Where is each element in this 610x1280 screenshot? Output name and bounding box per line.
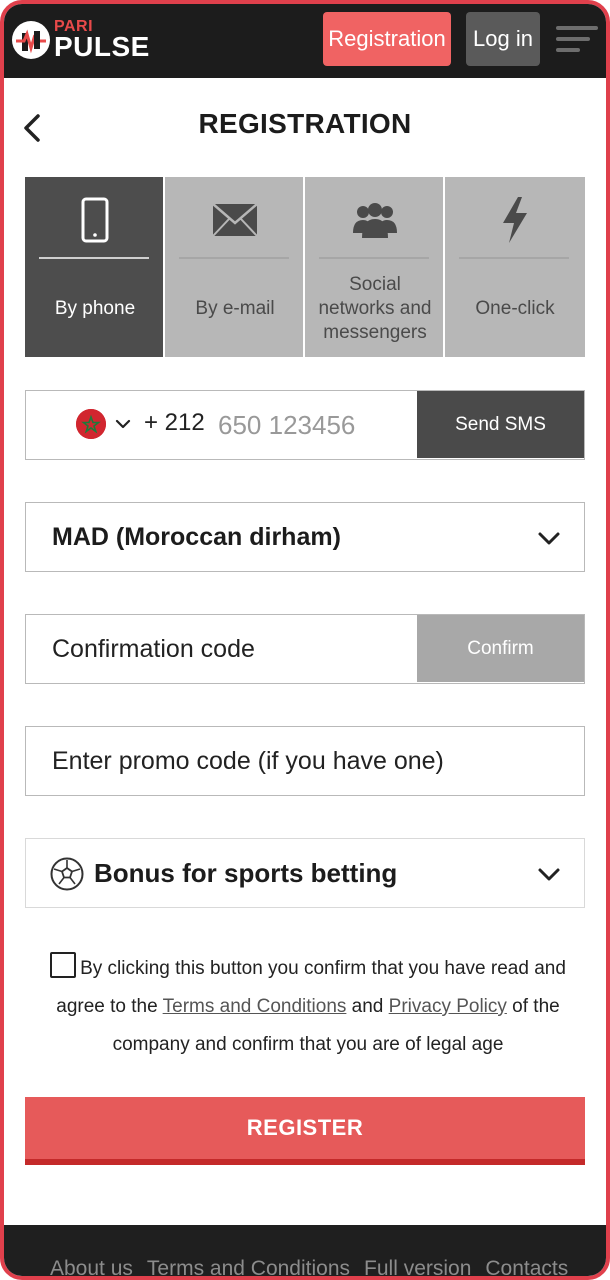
terms-link[interactable]: Terms and Conditions (163, 996, 347, 1017)
confirmation-code-input[interactable] (52, 629, 402, 669)
morocco-flag-icon[interactable] (76, 409, 106, 439)
footer-link-contacts[interactable]: Contacts (485, 1257, 568, 1276)
app-frame: PARI PULSE Registration Log in REGISTRAT… (0, 0, 610, 1280)
phone-input[interactable] (218, 405, 408, 445)
footer-links: About us Terms and Conditions Full versi… (50, 1257, 568, 1276)
tab-label: Social networks and messengers (318, 274, 432, 343)
send-sms-button[interactable]: Send SMS (417, 391, 584, 458)
footer-link-full-version[interactable]: Full version (364, 1257, 471, 1276)
tab-label: By e-mail (195, 298, 275, 319)
currency-value: MAD (Moroccan dirham) (52, 523, 341, 551)
consent-checkbox[interactable] (50, 952, 77, 978)
tab-by-phone[interactable]: By phone (25, 177, 165, 357)
phone-icon (25, 195, 165, 245)
footer-link-terms[interactable]: Terms and Conditions (147, 1257, 350, 1276)
phone-field: + 212 Send SMS (25, 390, 585, 460)
logo-mark-icon (12, 21, 50, 59)
page-title: REGISTRATION (198, 108, 412, 139)
soccer-ball-icon (50, 857, 84, 891)
login-button[interactable]: Log in (466, 12, 540, 66)
hamburger-menu-icon[interactable] (556, 26, 598, 54)
top-bar: PARI PULSE Registration Log in (4, 4, 606, 78)
promo-code-input[interactable] (52, 741, 552, 781)
consent-text-and: and (346, 996, 389, 1017)
bonus-select[interactable]: Bonus for sports betting (25, 838, 585, 908)
chevron-down-icon (536, 525, 562, 551)
chevron-down-icon[interactable] (114, 415, 132, 433)
registration-button[interactable]: Registration (323, 12, 451, 66)
confirmation-code-field: Confirm (25, 614, 585, 684)
tab-label: One-click (475, 298, 555, 319)
registration-method-tabs: By phone By e-mail Social networks and m… (25, 177, 585, 357)
tab-social-networks[interactable]: Social networks and messengers (305, 177, 445, 357)
footer-link-about[interactable]: About us (50, 1257, 133, 1276)
bonus-value: Bonus for sports betting (94, 858, 398, 888)
logo[interactable]: PARI PULSE (12, 18, 150, 62)
chevron-down-icon (536, 861, 562, 887)
promo-code-field (25, 726, 585, 796)
confirm-button[interactable]: Confirm (417, 615, 584, 682)
envelope-icon (165, 195, 305, 245)
dial-code: + 212 (144, 409, 205, 436)
currency-select[interactable]: MAD (Moroccan dirham) (25, 502, 585, 572)
tab-one-click[interactable]: One-click (445, 177, 585, 357)
footer: About us Terms and Conditions Full versi… (4, 1225, 606, 1276)
register-button[interactable]: REGISTER (25, 1097, 585, 1165)
tab-label: By phone (54, 298, 136, 319)
consent-text: By clicking this button you confirm that… (28, 950, 588, 1064)
logo-text-pulse: PULSE (54, 31, 150, 62)
privacy-policy-link[interactable]: Privacy Policy (389, 996, 507, 1017)
people-icon (305, 195, 445, 245)
tab-by-email[interactable]: By e-mail (165, 177, 305, 357)
lightning-icon (445, 195, 585, 245)
